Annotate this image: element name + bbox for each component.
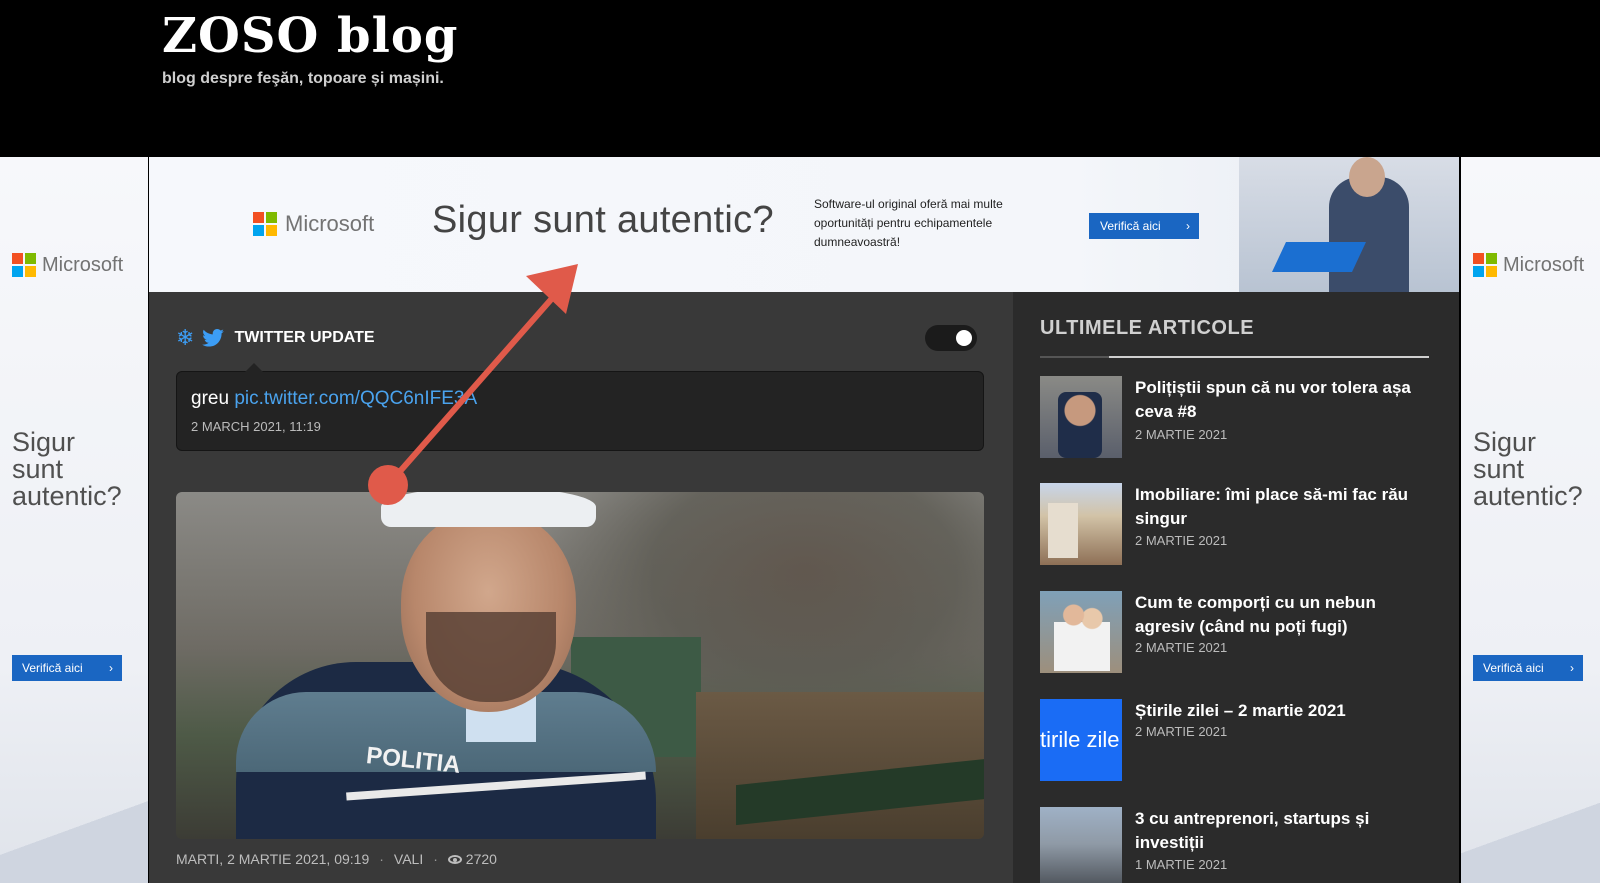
ad-person-image [1239,157,1459,292]
tweet-timestamp: 2 MARCH 2021, 11:19 [191,419,321,434]
site-tagline: blog despre feşăn, topoare și mașini. [162,70,444,87]
post-featured-image[interactable]: POLITIA [176,492,984,839]
article-thumbnail[interactable] [1040,807,1122,883]
article-date: 2 MARTIE 2021 [1135,533,1228,548]
ad-brand-name: Microsoft [285,211,375,236]
article-date: 2 MARTIE 2021 [1135,427,1228,442]
side-ad-right[interactable]: Microsoft Sigur sunt autentic? Verifică … [1461,157,1600,883]
sidebar: ULTIMELE ARTICOLE Polițiștii spun că nu … [1013,292,1459,883]
ad-question: Sigur sunt autentic? [12,427,122,511]
ad-verify-button[interactable]: Verifică aici › [12,655,122,681]
tweet-text: greu pic.twitter.com/QQC6nIFE3A [191,388,478,409]
microsoft-logo-icon [12,253,36,277]
ad-verify-button[interactable]: Verifică aici › [1473,655,1583,681]
toggle-knob [956,330,972,346]
article-thumbnail[interactable] [1040,483,1122,565]
meta-separator: · [379,851,384,867]
site-logo[interactable]: ZOSO blog [162,8,458,64]
article-thumbnail[interactable]: tirile zile [1040,699,1122,781]
sidebar-article[interactable]: Imobiliare: îmi place să-mi fac rău sing… [1040,483,1440,565]
post-meta: MARTI, 2 MARTIE 2021, 09:19 · VALI · 272… [176,851,497,867]
twitter-bird-icon [202,329,225,347]
article-thumbnail[interactable] [1040,376,1122,458]
sidebar-article[interactable]: tirile zile Știrile zilei – 2 martie 202… [1040,699,1440,781]
site-header: ZOSO blog blog despre feşăn, topoare și … [0,0,1600,157]
sidebar-title: ULTIMELE ARTICOLE [1040,317,1255,339]
twitter-update-title: TWITTER UPDATE [234,329,375,346]
page: ZOSO blog blog despre feşăn, topoare și … [0,0,1600,883]
ad-brand: Microsoft [12,253,123,277]
chevron-right-icon: › [109,661,113,675]
sidebar-divider [1040,356,1429,358]
article-date: 2 MARTIE 2021 [1135,640,1228,655]
ad-brand: Microsoft [253,211,374,237]
ad-brand-name: Microsoft [1503,253,1585,276]
post-author[interactable]: VALI [394,851,423,867]
article-date: 2 MARTIE 2021 [1135,724,1228,739]
ad-brand-name: Microsoft [42,253,124,276]
ad-brand: Microsoft [1473,253,1584,277]
meta-separator: · [433,851,438,867]
top-banner-ad[interactable]: Microsoft Sigur sunt autentic? Software-… [149,157,1459,292]
ad-question: Sigur sunt autentic? [1473,427,1583,511]
ad-decoration [1461,773,1600,883]
article-title[interactable]: Polițiștii spun că nu vor tolera așa cev… [1135,376,1435,424]
article-date: 1 MARTIE 2021 [1135,857,1228,872]
chevron-right-icon: › [1570,661,1574,675]
dark-mode-toggle[interactable] [925,325,977,351]
microsoft-logo-icon [1473,253,1497,277]
sidebar-article[interactable]: Polițiștii spun că nu vor tolera așa cev… [1040,376,1440,458]
post-views: 2720 [447,851,497,867]
post-date: MARTI, 2 MARTIE 2021, 09:19 [176,851,370,867]
snowflake-icon[interactable]: ❄ [176,325,194,351]
chevron-right-icon: › [1186,219,1190,233]
article-title[interactable]: Cum te comporți cu un nebun agresiv (cân… [1135,591,1435,639]
tweet-link[interactable]: pic.twitter.com/QQC6nIFE3A [234,388,477,409]
article-title[interactable]: 3 cu antreprenori, startups și investiți… [1135,807,1435,855]
ad-headline: Sigur sunt autentic? [432,199,774,241]
main-content: ❄ TWITTER UPDATE greu pic.twitter.com/QQ… [149,292,1013,883]
ad-decoration [0,773,148,883]
tweet-card: greu pic.twitter.com/QQC6nIFE3A 2 MARCH … [176,363,984,451]
ad-verify-button[interactable]: Verifică aici › [1089,213,1199,239]
eye-icon [447,855,462,864]
twitter-update-header: ❄ TWITTER UPDATE [176,325,375,351]
sidebar-article[interactable]: 3 cu antreprenori, startups și investiți… [1040,807,1440,883]
article-title[interactable]: Imobiliare: îmi place să-mi fac rău sing… [1135,483,1435,531]
sidebar-article[interactable]: Cum te comporți cu un nebun agresiv (cân… [1040,591,1440,673]
article-thumbnail[interactable] [1040,591,1122,673]
side-ad-left[interactable]: Microsoft Sigur sunt autentic? Verifică … [0,157,148,883]
microsoft-logo-icon [253,212,277,236]
ad-copy: Software-ul original oferă mai multe opo… [814,197,1003,249]
article-title[interactable]: Știrile zilei – 2 martie 2021 [1135,699,1435,723]
